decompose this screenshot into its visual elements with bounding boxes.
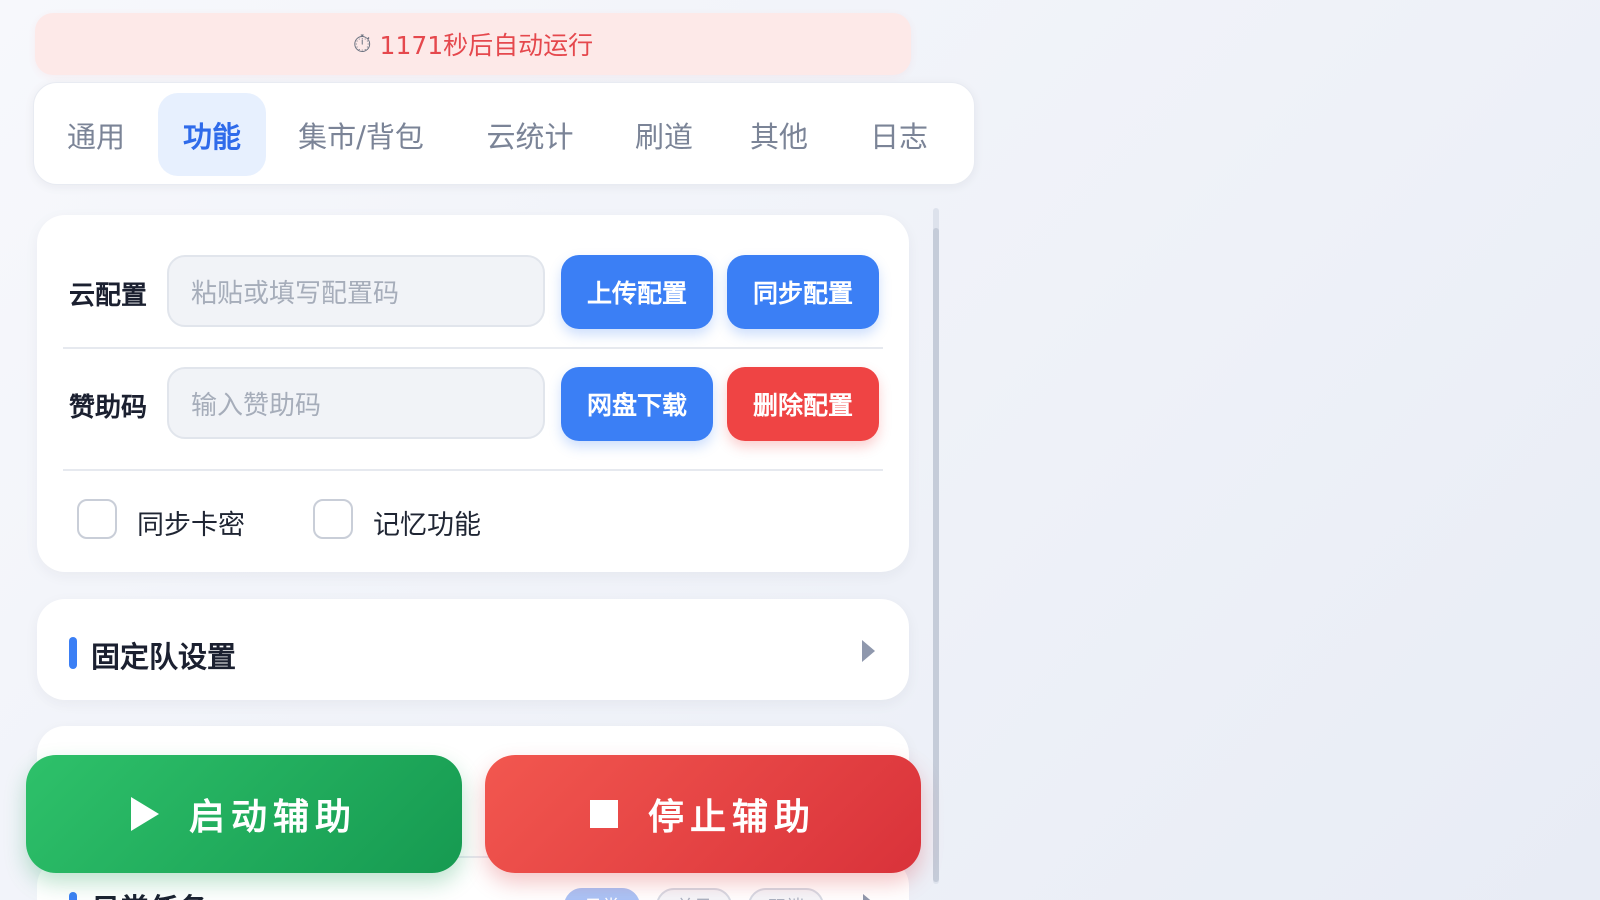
upload-config-button[interactable]: 上传配置 <box>561 255 713 329</box>
sync-card-label[interactable]: 同步卡密 <box>137 503 245 542</box>
config-code-input[interactable]: 粘贴或填写配置码 <box>167 255 545 327</box>
section-accent-bar <box>69 637 77 669</box>
chevron-right-icon <box>862 640 875 662</box>
cloud-config-label: 云配置 <box>69 281 148 311</box>
stop-assist-label: 停止辅助 <box>647 797 816 838</box>
app-root: ⏱ 1171秒后自动运行 通用 功能 集市/背包 云统计 刷道 其他 日志 云配… <box>0 0 1600 900</box>
auto-run-countdown-banner: ⏱ 1171秒后自动运行 <box>35 13 911 75</box>
scrollbar[interactable] <box>933 208 939 884</box>
sync-card-checkbox[interactable] <box>77 499 117 539</box>
memory-label[interactable]: 记忆功能 <box>373 503 481 542</box>
tab-general[interactable]: 通用 <box>54 93 138 176</box>
tab-cloud-stats[interactable]: 云统计 <box>474 93 586 176</box>
stopwatch-icon: ⏱ <box>352 30 372 58</box>
pill-dual[interactable]: 双端 <box>748 888 824 900</box>
stop-assist-button[interactable]: 停止辅助 <box>485 755 921 873</box>
play-icon <box>130 797 159 831</box>
tab-features[interactable]: 功能 <box>158 93 266 176</box>
daily-tasks-title: 日常任务 <box>91 886 207 900</box>
memory-checkbox[interactable] <box>313 499 353 539</box>
chevron-right-icon <box>863 894 875 900</box>
divider <box>63 469 883 471</box>
pill-single-day[interactable]: 单日 <box>656 888 732 900</box>
netdisk-download-button[interactable]: 网盘下载 <box>561 367 713 441</box>
delete-config-button[interactable]: 删除配置 <box>727 367 879 441</box>
tab-other[interactable]: 其他 <box>737 93 821 176</box>
start-assist-button[interactable]: 启动辅助 <box>26 755 462 873</box>
tab-bar: 通用 功能 集市/背包 云统计 刷道 其他 日志 <box>33 82 975 185</box>
sync-config-button[interactable]: 同步配置 <box>727 255 879 329</box>
fixed-team-title: 固定队设置 <box>91 640 237 674</box>
pill-daily[interactable]: 日常 <box>564 888 640 900</box>
section-accent-bar <box>69 892 77 900</box>
countdown-text: 1171秒后自动运行 <box>379 31 594 60</box>
sponsor-code-input[interactable]: 输入赞助码 <box>167 367 545 439</box>
scrollbar-thumb[interactable] <box>933 228 939 882</box>
start-assist-label: 启动辅助 <box>188 797 357 838</box>
stop-icon <box>589 800 618 828</box>
fixed-team-section[interactable]: 固定队设置 <box>37 599 909 700</box>
tab-farming[interactable]: 刷道 <box>622 93 706 176</box>
tab-logs[interactable]: 日志 <box>857 93 941 176</box>
divider <box>63 347 883 349</box>
tab-market-backpack[interactable]: 集市/背包 <box>286 93 436 176</box>
config-panel: 云配置 粘贴或填写配置码 上传配置 同步配置 赞助码 输入赞助码 网盘下载 删除… <box>37 215 909 572</box>
sponsor-code-label: 赞助码 <box>69 393 148 423</box>
